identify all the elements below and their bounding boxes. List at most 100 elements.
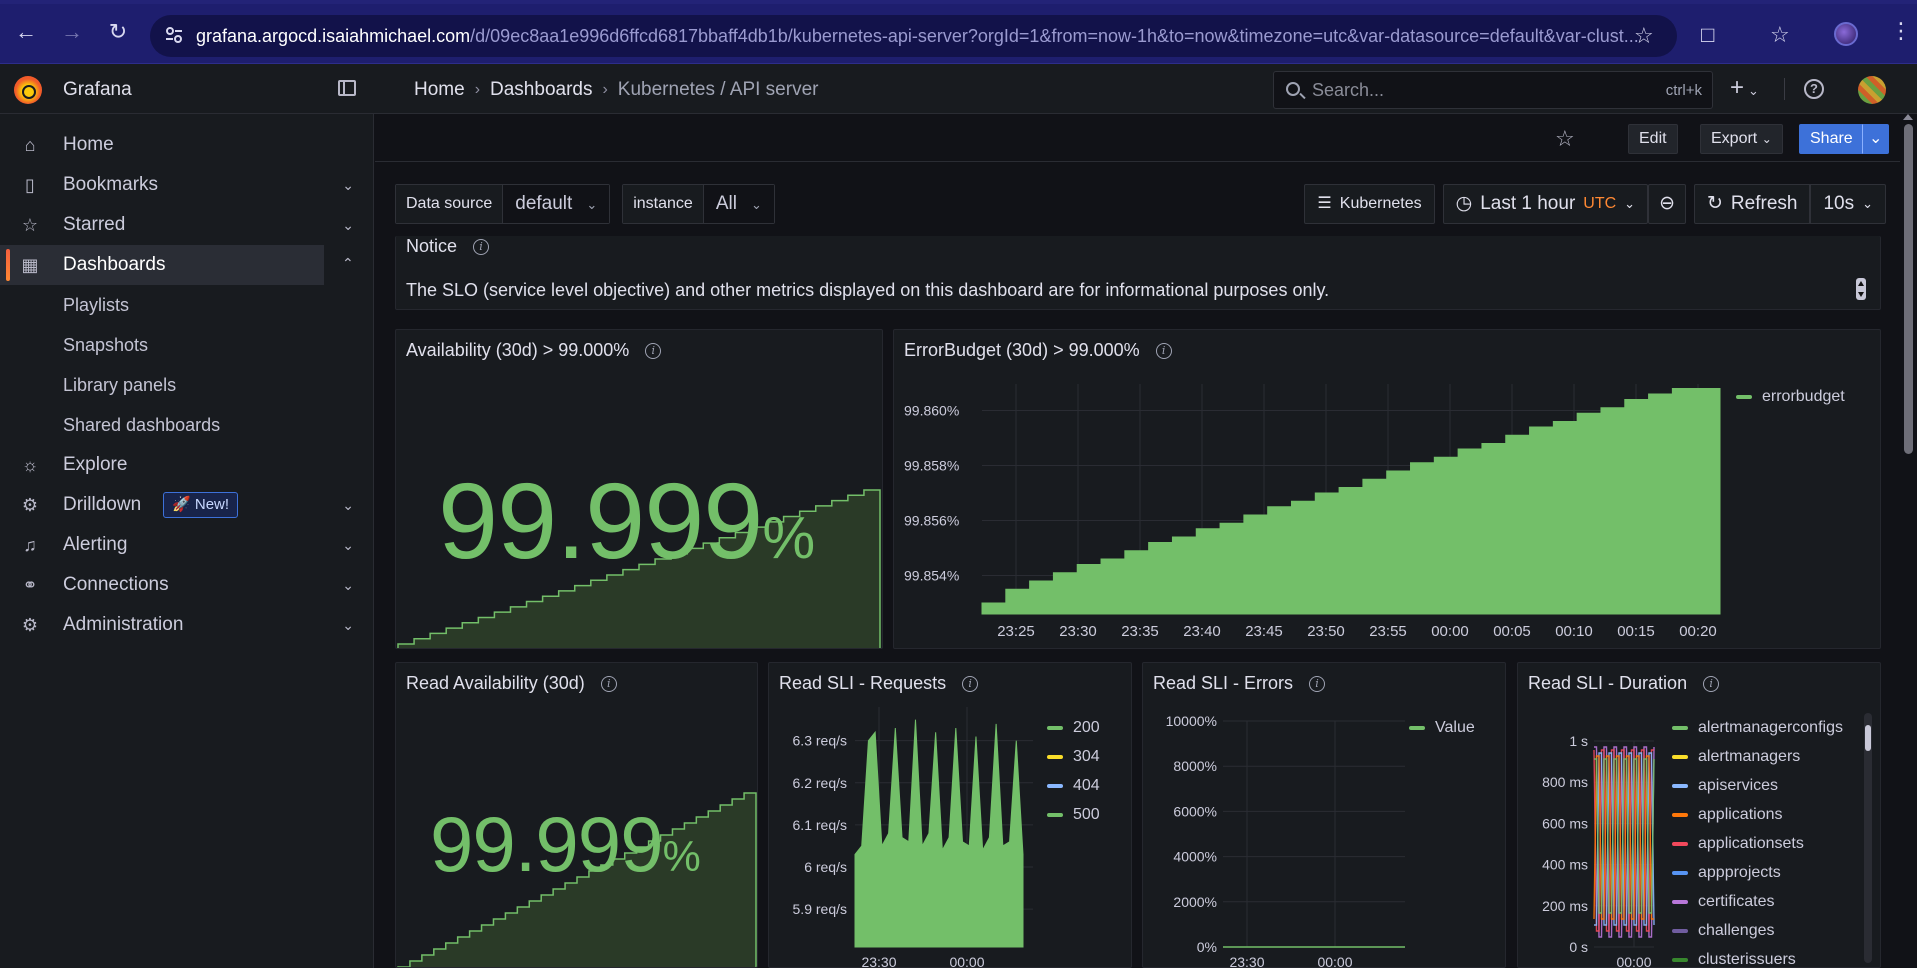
chevron-up-icon[interactable]: ⌃ (342, 255, 354, 272)
legend-item[interactable]: challenges (1672, 922, 1775, 940)
legend-item[interactable]: errorbudget (1736, 388, 1845, 406)
variables-bar: Data source default ⌄ instance All ⌄ (395, 184, 787, 224)
sidebar-item-home[interactable]: ⌂ Home (0, 125, 374, 165)
sidebar-item-label: Connections (63, 574, 169, 595)
chevron-down-icon: ⌄ (1862, 196, 1873, 211)
zoom-out-button[interactable]: ⊖ (1648, 184, 1686, 224)
sidebar-item-bookmarks[interactable]: ▯ Bookmarks ⌄ (0, 165, 374, 205)
browser-menu-icon[interactable]: ⋮ (1890, 18, 1912, 44)
scroll-up-icon[interactable] (1903, 114, 1913, 120)
zoom-out-icon: ⊖ (1659, 193, 1675, 214)
sidebar-item-drilldown[interactable]: ⚙ Drilldown 🚀 New! ⌄ (0, 485, 374, 525)
x-tick-label: 00:20 (1679, 623, 1717, 640)
legend-item[interactable]: 500 (1047, 806, 1100, 824)
legend-item[interactable]: Value (1409, 719, 1475, 737)
legend-item[interactable]: alertmanagerconfigs (1672, 719, 1843, 737)
sidebar-item-alerting[interactable]: ♫ Alerting ⌄ (0, 525, 374, 565)
sidebar-item-shared-dashboards[interactable]: Shared dashboards (0, 405, 374, 445)
add-new-button[interactable]: + ⌄ (1730, 74, 1759, 102)
home-icon: ⌂ (24, 135, 36, 155)
share-button[interactable]: Share (1799, 124, 1864, 154)
chevron-down-icon[interactable]: ⌄ (342, 497, 354, 514)
page-scrollbar[interactable] (1900, 114, 1917, 968)
legend-item[interactable]: alertmanagers (1672, 748, 1800, 766)
refresh-label: Refresh (1730, 193, 1798, 214)
dashboard-toolbar: ☆ Edit Export ⌄ Share ⌄ (375, 114, 1900, 162)
legend-item[interactable]: applications (1672, 806, 1783, 824)
info-icon[interactable]: i (473, 238, 490, 255)
reload-icon[interactable]: ↻ (98, 12, 138, 52)
legend-item[interactable]: certificates (1672, 893, 1774, 911)
y-tick-label: 6 req/s (804, 859, 847, 875)
sidebar-item-starred[interactable]: ☆ Starred ⌄ (0, 205, 374, 245)
time-range-picker[interactable]: ◷ Last 1 hour UTC ⌄ (1442, 184, 1649, 224)
y-tick-label: 99.858% (904, 458, 959, 474)
sidebar-item-connections[interactable]: ⚭ Connections ⌄ (0, 565, 374, 605)
scrollbar-thumb[interactable] (1865, 725, 1871, 751)
legend-item[interactable]: apiservices (1672, 777, 1778, 795)
chevron-down-icon[interactable]: ⌄ (342, 617, 354, 634)
x-tick-label: 23:40 (1183, 623, 1221, 640)
chevron-down-icon: ⌄ (586, 197, 598, 212)
chevron-right-icon: › (602, 81, 608, 98)
legend-scrollbar[interactable] (1864, 713, 1872, 963)
chevron-down-icon[interactable]: ⌄ (342, 537, 354, 554)
x-tick-label: 23:30 (861, 954, 896, 968)
legend-swatch (1047, 755, 1063, 759)
chevron-down-icon: ⌄ (1761, 132, 1772, 146)
address-bar[interactable]: grafana.argocd.isaiahmichael.com/d/09ec8… (150, 15, 1677, 57)
breadcrumb-dashboards[interactable]: Dashboards (490, 79, 592, 101)
legend-item[interactable]: 304 (1047, 748, 1100, 766)
chevron-down-icon[interactable]: ⌄ (342, 177, 354, 194)
read-availability-panel: Read Availability (30d) i 99.999% (395, 662, 758, 968)
search-input[interactable]: Search... ctrl+k (1273, 71, 1713, 109)
sidebar-item-playlists[interactable]: Playlists (0, 285, 374, 325)
kubernetes-links-button[interactable]: ☰ Kubernetes (1304, 184, 1435, 224)
share-options-chevron-icon[interactable]: ⌄ (1862, 124, 1890, 154)
avatar[interactable] (1858, 76, 1886, 104)
sidebar-item-administration[interactable]: ⚙ Administration ⌄ (0, 605, 374, 645)
gear-icon: ⚙ (21, 615, 39, 635)
site-settings-icon[interactable] (164, 25, 184, 45)
legend-item[interactable]: 200 (1047, 719, 1100, 737)
legend-item[interactable]: applicationsets (1672, 835, 1804, 853)
export-button[interactable]: Export ⌄ (1700, 124, 1783, 154)
extensions-icon[interactable]: □ (1701, 22, 1714, 48)
back-arrow-icon[interactable]: ← (6, 12, 46, 52)
forward-arrow-icon[interactable]: → (52, 12, 92, 52)
sidebar-item-dashboards[interactable]: ▦ Dashboards (0, 245, 324, 285)
favorites-icon[interactable]: ☆ (1770, 22, 1790, 48)
help-icon[interactable]: ? (1804, 79, 1824, 99)
breadcrumb-home[interactable]: Home (414, 79, 465, 101)
profile-avatar[interactable] (1834, 22, 1858, 46)
sidebar-item-snapshots[interactable]: Snapshots (0, 325, 374, 365)
refresh-button[interactable]: ↻ Refresh (1694, 184, 1811, 224)
dashboards-icon: ▦ (21, 255, 39, 275)
chevron-down-icon[interactable]: ⌄ (342, 217, 354, 234)
legend-item[interactable]: clusterissuers (1672, 951, 1796, 968)
legend-swatch (1672, 900, 1688, 904)
panel-title-text: Notice (406, 236, 458, 256)
legend-item[interactable]: 404 (1047, 777, 1100, 795)
dock-menu-icon[interactable] (338, 80, 356, 96)
sidebar-item-label: Snapshots (63, 334, 149, 355)
sidebar-item-explore[interactable]: ☼ Explore (0, 445, 374, 485)
grafana-logo-icon[interactable] (14, 76, 42, 104)
chevron-down-icon: ⌄ (1624, 196, 1636, 211)
refresh-interval-select[interactable]: 10s ⌄ (1810, 184, 1886, 224)
legend-label: 200 (1073, 719, 1100, 736)
chevron-down-icon[interactable]: ⌄ (342, 577, 354, 594)
legend-label: clusterissuers (1698, 951, 1796, 968)
legend-item[interactable]: appprojects (1672, 864, 1781, 882)
scrollbar-thumb[interactable] (1904, 124, 1913, 454)
mark-favorite-star-icon[interactable]: ☆ (1555, 126, 1575, 152)
links-label: Kubernetes (1339, 195, 1422, 212)
breadcrumb-current: Kubernetes / API server (617, 79, 819, 100)
instance-select[interactable]: All ⌄ (703, 185, 774, 223)
sidebar-item-library-panels[interactable]: Library panels (0, 365, 374, 405)
scrollbar[interactable] (1856, 278, 1866, 300)
export-label: Export (1711, 130, 1758, 147)
bookmark-star-icon[interactable]: ☆ (1634, 23, 1654, 49)
edit-button[interactable]: Edit (1628, 124, 1678, 154)
datasource-select[interactable]: default ⌄ (503, 185, 610, 223)
